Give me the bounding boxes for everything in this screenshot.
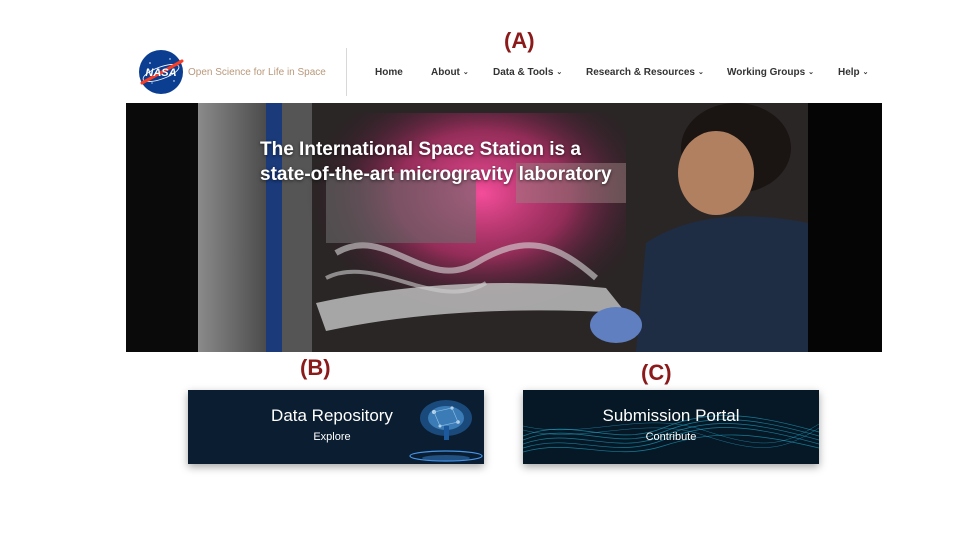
nav-label: Data & Tools bbox=[493, 66, 554, 78]
chevron-down-icon: ⌄ bbox=[808, 69, 815, 76]
card-title: Data Repository bbox=[271, 406, 393, 425]
nav-label: About bbox=[431, 66, 460, 78]
card-title: Submission Portal bbox=[602, 406, 740, 425]
brain-network-illustration bbox=[188, 390, 484, 464]
nav-item-research-resources[interactable]: Research & Resources ⌄ bbox=[586, 67, 727, 78]
chevron-down-icon: ⌄ bbox=[697, 69, 704, 76]
site-logo[interactable]: NASA Open Science for Life in Space bbox=[138, 48, 347, 96]
main-nav: Home About ⌄ Data & Tools ⌄ Research & R… bbox=[375, 67, 878, 78]
chevron-down-icon: ⌄ bbox=[462, 69, 469, 76]
annotation-label-c: (C) bbox=[641, 360, 672, 385]
nasa-meatball-icon: NASA bbox=[139, 50, 184, 94]
hero-headline: The International Space Station is a sta… bbox=[260, 137, 612, 187]
site-header: NASA Open Science for Life in Space Home… bbox=[138, 46, 878, 98]
nav-label: Help bbox=[838, 66, 860, 78]
nav-label: Research & Resources bbox=[586, 66, 695, 78]
nav-item-help[interactable]: Help ⌄ bbox=[838, 67, 878, 78]
hero-headline-line1: The International Space Station is a bbox=[260, 139, 581, 160]
hero-headline-line2: state-of-the-art microgravity laboratory bbox=[260, 164, 612, 185]
data-wave-illustration bbox=[523, 390, 819, 464]
nav-label: Home bbox=[375, 66, 403, 78]
chevron-down-icon: ⌄ bbox=[556, 69, 563, 76]
card-subtitle: Explore bbox=[313, 431, 351, 443]
nav-item-data-tools[interactable]: Data & Tools ⌄ bbox=[493, 67, 586, 78]
hero-banner[interactable]: The International Space Station is a sta… bbox=[126, 103, 882, 352]
nav-label: Working Groups bbox=[727, 66, 806, 78]
nav-item-working-groups[interactable]: Working Groups ⌄ bbox=[727, 67, 838, 78]
chevron-down-icon: ⌄ bbox=[862, 69, 869, 76]
card-subtitle: Contribute bbox=[645, 431, 697, 443]
nav-item-about[interactable]: About ⌄ bbox=[431, 67, 493, 78]
submission-portal-card[interactable]: Submission Portal Contribute bbox=[523, 390, 819, 464]
site-name: Open Science for Life in Space bbox=[188, 66, 326, 78]
nav-item-home[interactable]: Home bbox=[375, 67, 431, 78]
annotation-label-b: (B) bbox=[300, 355, 331, 380]
data-repository-card[interactable]: Data Repository Explore bbox=[188, 390, 484, 464]
logo-wordmark: NASA bbox=[145, 67, 176, 79]
